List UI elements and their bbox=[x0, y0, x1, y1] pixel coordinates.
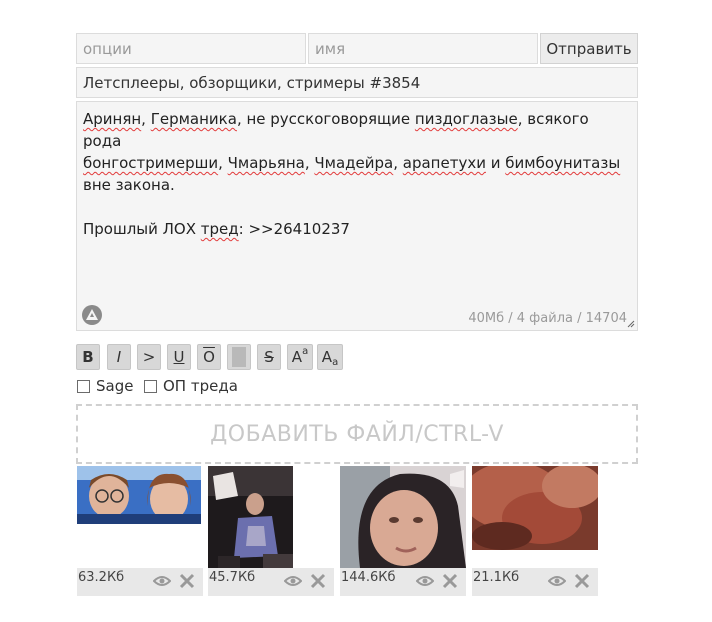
spoiler-button[interactable] bbox=[227, 344, 251, 370]
attachment-size: 63.2Кб bbox=[78, 570, 125, 585]
comment-word: Чмарьяна bbox=[227, 154, 305, 172]
subscript-button[interactable]: Aa bbox=[317, 344, 343, 370]
attachment-size: 144.6Кб bbox=[341, 570, 396, 585]
comment-fragment: , bbox=[218, 154, 228, 172]
attachment-card: 144.6Кб bbox=[340, 466, 466, 596]
comment-word: Германика bbox=[150, 110, 237, 128]
attachment-thumbnail[interactable] bbox=[472, 466, 598, 550]
board-logo-icon bbox=[82, 305, 102, 325]
eye-icon[interactable] bbox=[153, 574, 171, 588]
comment-fragment: : >>26410237 bbox=[238, 220, 350, 238]
comment-fragment: , bbox=[141, 110, 151, 128]
comment-fragment: и bbox=[485, 154, 506, 172]
attachment-card: 63.2Кб bbox=[77, 466, 203, 596]
comment-word: бонгостримерши bbox=[83, 154, 219, 172]
attachment-size: 21.1Кб bbox=[473, 570, 520, 585]
eye-icon[interactable] bbox=[548, 574, 566, 588]
spoiler-swatch bbox=[232, 347, 246, 367]
comment-word: бимбоунитазы bbox=[505, 154, 621, 172]
superscript-base: A bbox=[291, 348, 303, 366]
top-accent-line bbox=[255, 0, 415, 2]
comment-fragment: вне закона. bbox=[83, 176, 175, 194]
comment-fragment: , bbox=[304, 154, 315, 172]
superscript-button[interactable]: Aa bbox=[287, 344, 313, 370]
close-icon[interactable] bbox=[441, 572, 459, 590]
bold-button[interactable]: B bbox=[76, 344, 100, 370]
comment-text[interactable]: Аринян, Германика, не русскоговорящие пи… bbox=[83, 108, 625, 240]
attachment-card: 45.7Кб bbox=[208, 466, 334, 596]
comment-word: арапетухи bbox=[402, 154, 486, 172]
upload-counter: 40Мб / 4 файла / 14704 bbox=[468, 311, 627, 326]
comment-fragment: Прошлый ЛОХ bbox=[83, 220, 201, 238]
superscript-small: a bbox=[302, 345, 309, 357]
close-icon[interactable] bbox=[309, 572, 327, 590]
attachment-thumbnail[interactable] bbox=[340, 466, 466, 568]
name-input[interactable]: имя bbox=[308, 33, 538, 64]
eye-icon[interactable] bbox=[284, 574, 302, 588]
comment-fragment: , не русскоговорящие bbox=[236, 110, 415, 128]
subscript-base: A bbox=[321, 348, 333, 366]
options-input[interactable]: опции bbox=[76, 33, 306, 64]
attachment-thumbnail[interactable] bbox=[77, 466, 201, 524]
send-button[interactable]: Отправить bbox=[540, 33, 638, 64]
comment-textarea[interactable]: Аринян, Германика, не русскоговорящие пи… bbox=[76, 101, 638, 331]
subscript-small: a bbox=[332, 356, 339, 368]
overline-button[interactable]: O bbox=[197, 344, 221, 370]
quote-button[interactable]: > bbox=[137, 344, 161, 370]
close-icon[interactable] bbox=[178, 572, 196, 590]
sage-checkbox-box[interactable] bbox=[77, 379, 90, 393]
comment-word: пиздоглазые bbox=[414, 110, 518, 128]
eye-icon[interactable] bbox=[416, 574, 434, 588]
comment-word: Чмадейра bbox=[314, 154, 394, 172]
sage-label: Sage bbox=[96, 377, 134, 395]
add-file-dropzone[interactable]: ДОБАВИТЬ ФАЙЛ/CTRL-V bbox=[76, 404, 638, 464]
comment-word: Аринян bbox=[83, 110, 142, 128]
comment-fragment: , bbox=[393, 154, 403, 172]
strike-button[interactable]: S bbox=[257, 344, 281, 370]
italic-button[interactable]: I bbox=[107, 344, 131, 370]
op-checkbox-box[interactable] bbox=[144, 379, 157, 393]
underline-button[interactable]: U bbox=[167, 344, 191, 370]
subject-input[interactable]: Летсплееры, обзорщики, стримеры #3854 bbox=[76, 67, 638, 98]
op-checkbox[interactable]: ОП треда bbox=[144, 377, 238, 395]
attachment-card: 21.1Кб bbox=[472, 466, 598, 596]
close-icon[interactable] bbox=[573, 572, 591, 590]
op-label: ОП треда bbox=[163, 377, 238, 395]
sage-checkbox[interactable]: Sage bbox=[77, 377, 133, 395]
attachment-size: 45.7Кб bbox=[209, 570, 256, 585]
comment-word: тред bbox=[200, 220, 239, 238]
resize-handle-icon[interactable] bbox=[627, 320, 635, 328]
